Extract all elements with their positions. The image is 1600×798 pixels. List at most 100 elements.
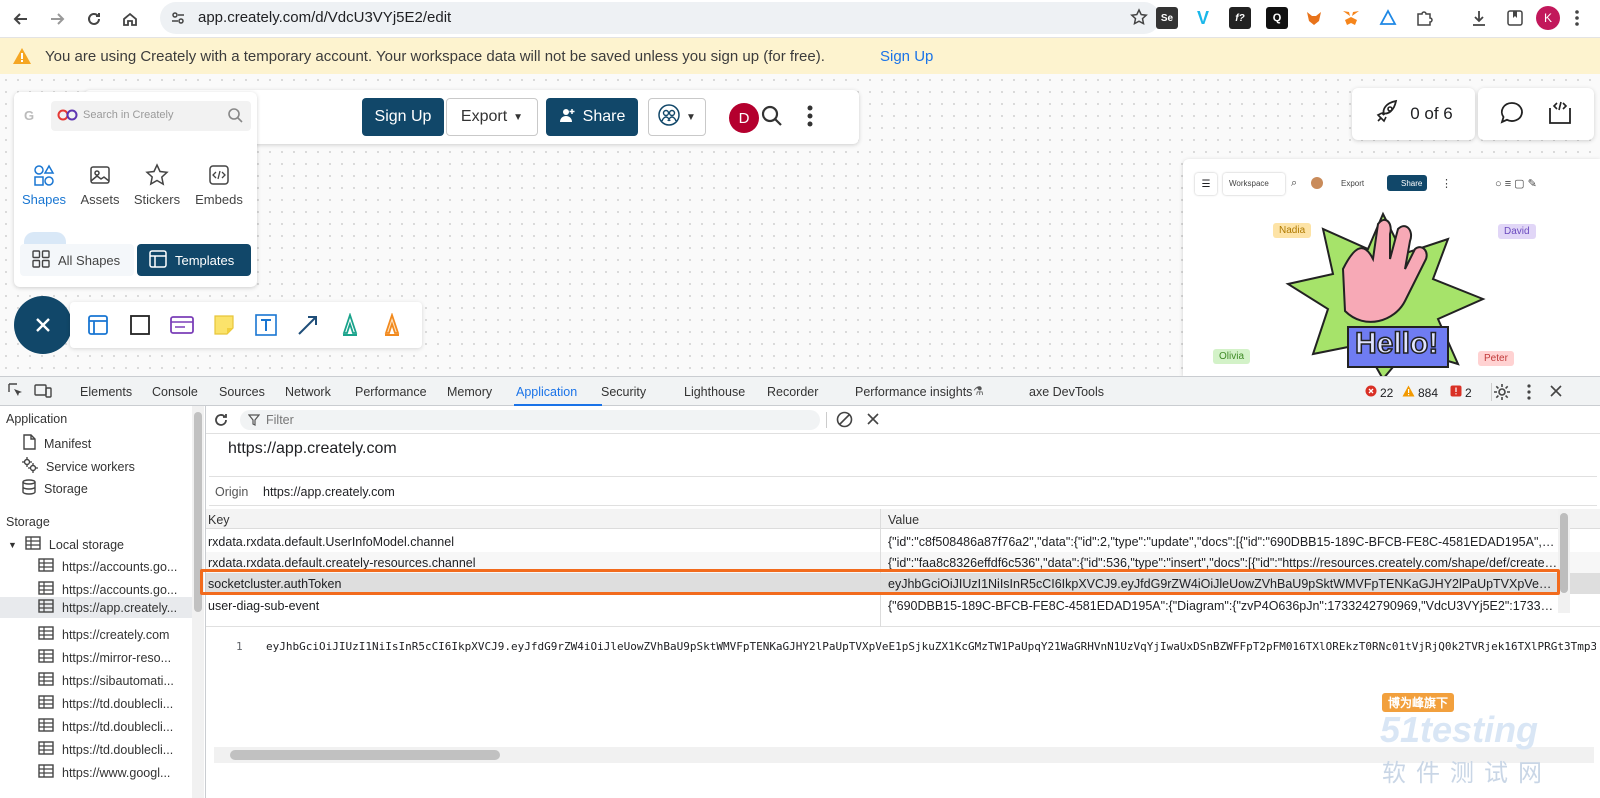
frame-tool-icon[interactable] bbox=[84, 311, 112, 339]
table-scrollbar[interactable] bbox=[1558, 509, 1570, 613]
export-button[interactable]: Export ▼ bbox=[446, 98, 538, 136]
close-toolbar-button[interactable] bbox=[14, 296, 72, 354]
vimeo-extension-icon[interactable]: V bbox=[1192, 7, 1214, 29]
table-row[interactable]: user-diag-sub-event {"690DBB15-189C-BFCB… bbox=[206, 595, 1600, 616]
tab-memory[interactable]: Memory bbox=[447, 385, 492, 399]
text-card-tool-icon[interactable] bbox=[168, 311, 196, 339]
comment-icon[interactable] bbox=[1499, 100, 1525, 129]
share-button[interactable]: Share bbox=[546, 98, 638, 136]
search-icon[interactable] bbox=[227, 107, 243, 126]
column-divider[interactable] bbox=[880, 509, 881, 627]
onboarding-progress[interactable]: 0 of 6 bbox=[1352, 88, 1475, 140]
sign-up-button[interactable]: Sign Up bbox=[362, 98, 444, 136]
more-menu-icon[interactable] bbox=[806, 104, 814, 131]
delete-selected-icon[interactable] bbox=[866, 412, 880, 429]
local-storage-origin[interactable]: https://td.doublecli... bbox=[38, 718, 173, 735]
warning-count[interactable]: 884 bbox=[1402, 385, 1438, 400]
scrollbar-thumb[interactable] bbox=[230, 750, 500, 760]
sticky-note-tool-icon[interactable] bbox=[210, 311, 238, 339]
diagram-canvas[interactable]: Sign Up Export ▼ Share ▼ D G Search in C… bbox=[0, 74, 1600, 376]
tab-security[interactable]: Security bbox=[601, 385, 646, 399]
tab-recorder[interactable]: Recorder bbox=[767, 385, 818, 399]
fox-extension-icon[interactable] bbox=[1303, 7, 1325, 29]
text-tool-icon[interactable] bbox=[252, 311, 280, 339]
templates-button[interactable]: Templates bbox=[137, 244, 251, 276]
download-icon[interactable] bbox=[1468, 7, 1490, 29]
rectangle-tool-icon[interactable] bbox=[126, 311, 154, 339]
search-icon[interactable] bbox=[760, 104, 784, 131]
banner-signup-link[interactable]: Sign Up bbox=[880, 48, 933, 65]
device-toolbar-icon[interactable] bbox=[34, 383, 52, 402]
tab-stickers[interactable]: Stickers bbox=[127, 162, 187, 207]
column-header-key[interactable]: Key bbox=[208, 513, 230, 527]
token-value-text[interactable]: eyJhbGciOiJIUzI1NiIsInR5cCI6IkpXVCJ9.eyJ… bbox=[266, 640, 1596, 653]
local-storage-origin[interactable]: https://sibautomati... bbox=[38, 672, 174, 689]
error-count[interactable]: 22 bbox=[1365, 385, 1393, 400]
scrollbar-thumb[interactable] bbox=[194, 412, 202, 612]
bookmark-star-icon[interactable] bbox=[1130, 8, 1148, 29]
all-shapes-button[interactable]: All Shapes bbox=[20, 244, 134, 276]
refresh-icon[interactable] bbox=[212, 411, 230, 432]
connector-tool-icon[interactable] bbox=[294, 311, 322, 339]
tab-elements[interactable]: Elements bbox=[80, 385, 132, 399]
pen-tool-icon[interactable] bbox=[336, 311, 364, 339]
local-storage-origin[interactable]: https://td.doublecli... bbox=[38, 695, 173, 712]
home-icon[interactable] bbox=[117, 6, 143, 32]
sidebar-item-service-workers[interactable]: Service workers bbox=[22, 457, 135, 476]
reload-icon[interactable] bbox=[81, 6, 107, 32]
formula-extension-icon[interactable]: f? bbox=[1229, 7, 1251, 29]
bookmarks-icon[interactable] bbox=[1504, 7, 1526, 29]
address-bar[interactable]: app.creately.com/d/VdcU3VYj5E2/edit bbox=[160, 2, 1160, 34]
filter-input[interactable]: Filter bbox=[240, 410, 820, 430]
local-storage-origin[interactable]: https://accounts.go... bbox=[38, 581, 177, 598]
close-devtools-icon[interactable] bbox=[1549, 384, 1563, 401]
local-storage-origin[interactable]: https://mirror-reso... bbox=[38, 649, 171, 666]
local-storage-origin[interactable]: https://td.doublecli... bbox=[38, 741, 173, 758]
inspect-element-icon[interactable] bbox=[8, 383, 24, 402]
sidebar-scrollbar[interactable] bbox=[192, 406, 204, 798]
tab-sources[interactable]: Sources bbox=[219, 385, 265, 399]
metamask-extension-icon[interactable] bbox=[1340, 7, 1362, 29]
column-header-value[interactable]: Value bbox=[888, 513, 919, 527]
devtools-more-icon[interactable] bbox=[1527, 384, 1531, 403]
back-icon[interactable] bbox=[8, 6, 34, 32]
issues-count[interactable]: 2 bbox=[1450, 385, 1472, 400]
tab-axe-devtools[interactable]: axe DevTools bbox=[1029, 385, 1104, 399]
tab-assets[interactable]: Assets bbox=[70, 162, 130, 207]
extensions-puzzle-icon[interactable] bbox=[1413, 7, 1435, 29]
tab-network[interactable]: Network bbox=[285, 385, 331, 399]
embed-panel-icon[interactable] bbox=[1547, 100, 1573, 129]
local-storage-origin[interactable]: https://accounts.go... bbox=[38, 558, 177, 575]
highlighter-tool-icon[interactable] bbox=[378, 311, 406, 339]
horizontal-scrollbar[interactable] bbox=[214, 747, 1594, 763]
table-row[interactable]: rxdata.rxdata.default.creately-resources… bbox=[206, 552, 1600, 573]
template-preview-card[interactable]: ☰ Workspace ⌕ Export Share ⋮ ○ ≡ ▢ ✎ Nad… bbox=[1183, 159, 1600, 376]
sidebar-item-storage[interactable]: Storage bbox=[22, 479, 88, 498]
tab-performance[interactable]: Performance bbox=[355, 385, 427, 399]
browser-menu-icon[interactable] bbox=[1566, 7, 1588, 29]
triangle-extension-icon[interactable] bbox=[1377, 7, 1399, 29]
tab-lighthouse[interactable]: Lighthouse bbox=[684, 385, 745, 399]
user-avatar[interactable]: D bbox=[729, 103, 759, 133]
scrollbar-thumb[interactable] bbox=[1560, 513, 1568, 593]
local-storage-origin[interactable]: https://creately.com bbox=[38, 626, 169, 643]
local-storage-origin-selected[interactable]: https://app.creately... bbox=[0, 597, 192, 618]
table-row-selected[interactable]: socketcluster.authToken eyJhbGciOiJIUzI1… bbox=[206, 573, 1600, 594]
tab-embeds[interactable]: Embeds bbox=[189, 162, 249, 207]
search-in-creately[interactable]: Search in Creately bbox=[51, 101, 251, 131]
collaborators-dropdown[interactable]: ▼ bbox=[648, 98, 706, 136]
tab-shapes[interactable]: Shapes bbox=[14, 162, 74, 207]
table-row[interactable]: rxdata.rxdata.default.UserInfoModel.chan… bbox=[206, 531, 1600, 552]
clear-all-icon[interactable] bbox=[836, 411, 853, 431]
tab-console[interactable]: Console bbox=[152, 385, 198, 399]
tab-application[interactable]: Application bbox=[516, 385, 577, 399]
site-settings-icon[interactable] bbox=[170, 10, 186, 29]
url-text[interactable]: app.creately.com/d/VdcU3VYj5E2/edit bbox=[198, 9, 451, 26]
sidebar-item-manifest[interactable]: Manifest bbox=[22, 434, 91, 453]
search-extension-icon[interactable]: Q bbox=[1266, 7, 1288, 29]
selenium-extension-icon[interactable]: Se bbox=[1156, 7, 1178, 29]
tab-performance-insights[interactable]: Performance insights bbox=[855, 385, 972, 399]
profile-avatar[interactable]: K bbox=[1536, 6, 1560, 30]
forward-icon[interactable] bbox=[44, 6, 70, 32]
sidebar-item-local-storage[interactable]: ▼ Local storage bbox=[8, 536, 124, 553]
